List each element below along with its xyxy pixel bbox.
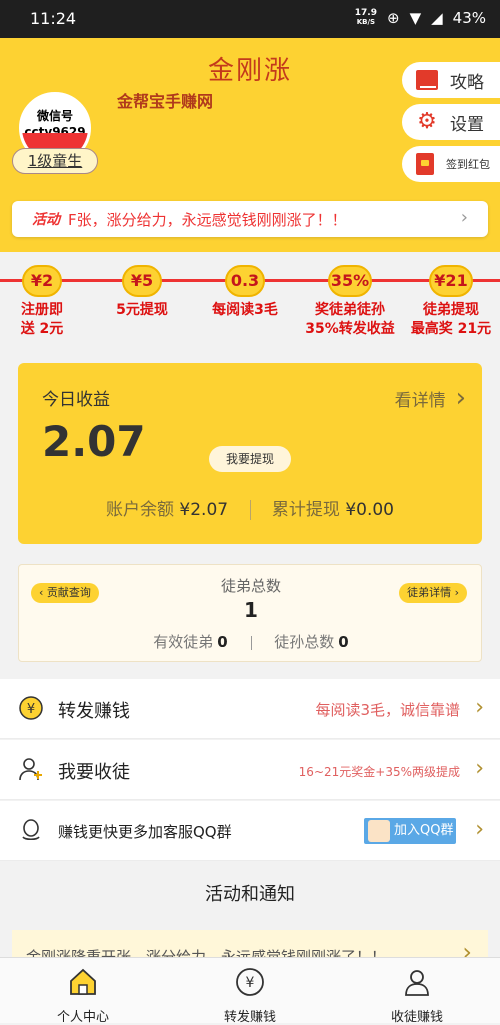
coin-badge: 0.3 bbox=[225, 265, 265, 297]
feature-label: 奖徒弟徒孙 bbox=[315, 302, 385, 318]
speed-value: 17.9 bbox=[354, 8, 377, 18]
level-badge[interactable]: 1级童生 bbox=[12, 148, 98, 174]
feature-label-2: 35%转发收益 bbox=[305, 321, 395, 337]
settings-button[interactable]: ⚙ 设置 bbox=[402, 104, 500, 140]
coin-badge: 35% bbox=[328, 265, 372, 297]
share-earn-note: 每阅读3毛，诚信靠谱 bbox=[315, 701, 460, 719]
withdrawn-value: ¥0.00 bbox=[345, 500, 394, 520]
checkin-label: 签到红包 bbox=[446, 158, 490, 171]
recruit-note: 16~21元奖金+35%两级提成 bbox=[298, 765, 460, 779]
signal-icon: ◢ bbox=[431, 9, 443, 27]
network-speed: 17.9 KB/S bbox=[355, 9, 377, 27]
avatar-text-top: 微信号 bbox=[36, 109, 73, 123]
recruit-title: 我要收徒 bbox=[58, 762, 130, 783]
site-name: 金帮宝手赚网 bbox=[117, 92, 214, 111]
feature-label-2: 送 2元 bbox=[20, 321, 64, 337]
tab-label: 收徒赚钱 bbox=[390, 1010, 443, 1025]
today-earnings-value: 2.07 bbox=[42, 417, 146, 466]
status-icons: 17.9 KB/S ⊕ ▼ ◢ 43% bbox=[355, 9, 486, 28]
red-packet-icon bbox=[416, 153, 434, 175]
qq-group-row[interactable]: 赚钱更快更多加客服QQ群 加入QQ群 › bbox=[0, 801, 500, 861]
checkin-button[interactable]: 签到红包 bbox=[402, 146, 500, 182]
chevron-right-icon: › bbox=[475, 756, 484, 781]
divider bbox=[249, 500, 251, 520]
status-bar: 11:24 17.9 KB/S ⊕ ▼ ◢ 43% bbox=[0, 0, 500, 38]
announcement-bar[interactable]: 活动 F张，涨分给力，永远感觉钱刚刚涨了！！ › bbox=[12, 201, 488, 237]
feature-withdraw: ¥5 5元提现 bbox=[92, 265, 192, 320]
valid-disciples-value: 0 bbox=[217, 633, 228, 651]
feature-label: 5元提现 bbox=[116, 302, 168, 318]
chevron-right-icon: › bbox=[475, 695, 484, 720]
grand-disciples-label: 徒孙总数 bbox=[274, 633, 335, 651]
feature-label: 每阅读3毛 bbox=[212, 302, 278, 318]
bottom-tab-bar: 个人中心 ¥ 转发赚钱 收徒赚钱 bbox=[0, 957, 500, 1025]
share-earn-row[interactable]: ¥ 转发赚钱 每阅读3毛，诚信靠谱 › bbox=[0, 679, 500, 739]
join-qq-button[interactable]: 加入QQ群 bbox=[364, 818, 456, 844]
disciples-card: 徒弟总数 ‹ 贡献查询 徒弟详情 › 1 有效徒弟 0 徒孙总数 0 bbox=[18, 564, 482, 662]
view-details-label: 看详情 bbox=[394, 390, 446, 411]
feature-label-2: 最高奖 21元 bbox=[410, 321, 492, 337]
qq-penguin-icon bbox=[22, 819, 40, 841]
balance-label: 账户余额 bbox=[106, 500, 175, 520]
withdrawn-label: 累计提现 bbox=[271, 500, 340, 520]
tab-recruit-earn[interactable]: 收徒赚钱 bbox=[352, 966, 482, 1025]
feature-register: ¥2 注册即 送 2元 bbox=[0, 265, 92, 339]
balance-summary: 账户余额 ¥2.07 累计提现 ¥0.00 bbox=[18, 495, 482, 520]
feature-disciple-reward: ¥21 徒弟提现 最高奖 21元 bbox=[401, 265, 500, 339]
feature-strip: ¥2 注册即 送 2元 ¥5 5元提现 0.3 每阅读3毛 35% 奖徒弟徒孙 … bbox=[0, 252, 500, 344]
sync-icon: ⊕ bbox=[386, 9, 400, 27]
speed-unit: KB/S bbox=[356, 18, 376, 26]
feature-label: 注册即 bbox=[21, 302, 63, 318]
join-qq-label: 加入QQ群 bbox=[394, 823, 454, 838]
clock: 11:24 bbox=[30, 9, 77, 28]
section-title: 活动和通知 bbox=[205, 884, 295, 905]
coin-badge: ¥2 bbox=[22, 265, 62, 297]
balance-value: ¥2.07 bbox=[179, 500, 229, 520]
chevron-right-icon: › bbox=[455, 383, 466, 413]
tab-label: 转发赚钱 bbox=[223, 1010, 276, 1025]
divider bbox=[250, 635, 252, 650]
home-icon bbox=[70, 968, 96, 995]
battery-level: 43% bbox=[452, 9, 486, 27]
tab-share-earn[interactable]: ¥ 转发赚钱 bbox=[185, 966, 315, 1025]
disciples-breakdown: 有效徒弟 0 徒孙总数 0 bbox=[19, 631, 483, 652]
wifi-icon: ▼ bbox=[409, 9, 422, 27]
qq-group-title: 赚钱更快更多加客服QQ群 bbox=[58, 823, 232, 841]
earnings-card: 今日收益 看详情 › 2.07 我要提现 账户余额 ¥2.07 累计提现 ¥0.… bbox=[18, 363, 482, 544]
chevron-right-icon: › bbox=[475, 817, 484, 842]
view-details-link[interactable]: 看详情 › bbox=[395, 383, 466, 413]
add-user-icon bbox=[19, 758, 42, 781]
book-icon bbox=[416, 70, 438, 90]
today-earnings-label: 今日收益 bbox=[42, 390, 110, 410]
withdraw-button[interactable]: 我要提现 bbox=[209, 446, 291, 472]
tab-profile[interactable]: 个人中心 bbox=[18, 966, 148, 1025]
feature-label: 徒弟提现 bbox=[423, 302, 479, 318]
recruit-row[interactable]: 我要收徒 16~21元奖金+35%两级提成 › bbox=[0, 740, 500, 800]
coin-badge: ¥21 bbox=[429, 265, 473, 297]
feature-commission: 35% 奖徒弟徒孙 35%转发收益 bbox=[300, 265, 400, 339]
grand-disciples-value: 0 bbox=[338, 633, 349, 651]
gear-icon: ⚙ bbox=[417, 109, 437, 134]
coin-badge: ¥5 bbox=[122, 265, 162, 297]
guide-label: 攻略 bbox=[450, 72, 484, 93]
yen-coin-icon: ¥ bbox=[19, 696, 43, 720]
feature-read: 0.3 每阅读3毛 bbox=[195, 265, 295, 320]
avatar-icon bbox=[368, 820, 390, 842]
share-earn-title: 转发赚钱 bbox=[58, 701, 130, 722]
guide-button[interactable]: 攻略 bbox=[402, 62, 500, 98]
tab-label: 个人中心 bbox=[56, 1010, 109, 1025]
yen-coin-icon: ¥ bbox=[236, 968, 264, 996]
valid-disciples-label: 有效徒弟 bbox=[153, 633, 214, 651]
activity-tag: 活动 bbox=[32, 212, 60, 228]
chevron-right-icon: › bbox=[460, 207, 468, 228]
disciples-total-value: 1 bbox=[244, 598, 258, 622]
announcement-text: F张，涨分给力，永远感觉钱刚刚涨了！！ bbox=[68, 210, 347, 229]
svg-text:¥: ¥ bbox=[27, 702, 35, 717]
user-icon bbox=[405, 970, 429, 996]
svg-text:¥: ¥ bbox=[246, 975, 255, 991]
settings-label: 设置 bbox=[450, 114, 484, 135]
